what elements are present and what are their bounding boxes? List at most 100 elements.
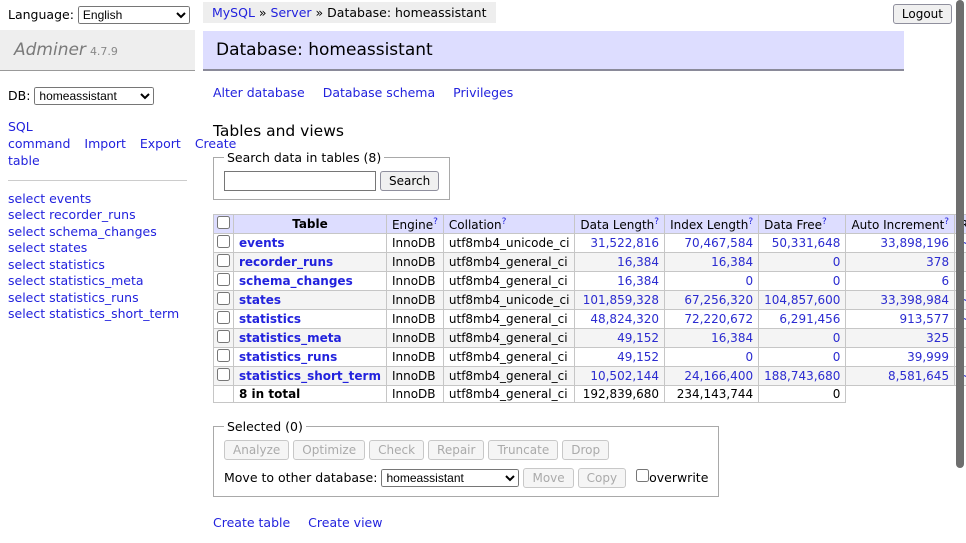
table-link-events[interactable]: events (239, 236, 285, 250)
search-input[interactable] (224, 171, 376, 191)
footer-link-create-view[interactable]: Create view (308, 515, 382, 530)
row-checkbox[interactable] (217, 235, 230, 248)
auto-increment-link[interactable]: 39,999 (907, 350, 949, 364)
data-free-link[interactable]: 188,743,680 (764, 369, 840, 383)
sidebar-select-link-select-recorder-runs[interactable]: select recorder_runs (8, 207, 187, 224)
data-length-link[interactable]: 101,859,328 (583, 293, 659, 307)
table-link-recorder-runs[interactable]: recorder_runs (239, 255, 333, 269)
language-select[interactable]: English (78, 6, 190, 24)
tables-table: TableEngine?Collation?Data Length?Index … (213, 214, 966, 403)
index-length-link[interactable]: 67,256,320 (684, 293, 753, 307)
sidebar-link-export[interactable]: Export (140, 136, 181, 151)
logout-button[interactable]: Logout (893, 4, 952, 24)
data-free-link[interactable]: 0 (833, 274, 841, 288)
index-length-link[interactable]: 16,384 (711, 255, 753, 269)
sidebar-link-import[interactable]: Import (84, 136, 126, 151)
row-checkbox[interactable] (217, 330, 230, 343)
move-button[interactable]: Move (523, 468, 573, 488)
help-link[interactable]: ? (748, 217, 753, 227)
data-free-cell: 0 (759, 348, 846, 367)
data-length-link[interactable]: 16,384 (617, 255, 659, 269)
table-link-schema-changes[interactable]: schema_changes (239, 274, 353, 288)
sidebar-select-link-select-states[interactable]: select states (8, 240, 187, 257)
table-link-statistics-runs[interactable]: statistics_runs (239, 350, 337, 364)
row-checkbox[interactable] (217, 273, 230, 286)
auto-increment-link[interactable]: 378 (926, 255, 949, 269)
repair-button[interactable]: Repair (428, 440, 484, 460)
auto-increment-link[interactable]: 33,898,196 (880, 236, 949, 250)
analyze-button[interactable]: Analyze (224, 440, 289, 460)
auto-increment-link[interactable]: 6 (941, 274, 949, 288)
sidebar-select-link-select-statistics-short-term[interactable]: select statistics_short_term (8, 306, 187, 323)
breadcrumb-server[interactable]: Server (271, 5, 312, 20)
data-length-link[interactable]: 48,824,320 (590, 312, 659, 326)
help-link[interactable]: ? (502, 217, 507, 227)
data-free-link[interactable]: 0 (833, 350, 841, 364)
table-link-statistics[interactable]: statistics (239, 312, 301, 326)
sidebar-select-link-select-statistics-runs[interactable]: select statistics_runs (8, 290, 187, 307)
sidebar-link-sql-command[interactable]: SQL command (8, 119, 70, 151)
table-name-cell: schema_changes (234, 272, 387, 291)
collation-cell: utf8mb4_general_ci (443, 272, 575, 291)
action-link-privileges[interactable]: Privileges (453, 85, 513, 100)
index-length-link[interactable]: 0 (745, 350, 753, 364)
row-checkbox[interactable] (217, 349, 230, 362)
auto-increment-link[interactable]: 913,577 (899, 312, 949, 326)
data-free-link[interactable]: 6,291,456 (779, 312, 840, 326)
drop-button[interactable]: Drop (562, 440, 609, 460)
data-length-link[interactable]: 16,384 (617, 274, 659, 288)
scrollbar-thumb[interactable] (956, 0, 964, 468)
collation-cell: utf8mb4_general_ci (443, 348, 575, 367)
action-link-database-schema[interactable]: Database schema (323, 85, 435, 100)
row-checkbox[interactable] (217, 368, 230, 381)
index-length-link[interactable]: 16,384 (711, 331, 753, 345)
sidebar-table-links: select eventsselect recorder_runsselect … (8, 191, 187, 323)
help-link[interactable]: ? (822, 217, 827, 227)
data-free-link[interactable]: 0 (833, 255, 841, 269)
help-link[interactable]: ? (433, 217, 438, 227)
data-length-link[interactable]: 10,502,144 (590, 369, 659, 383)
search-button[interactable]: Search (380, 171, 439, 191)
column-header-collation: Collation? (443, 215, 575, 234)
data-length-link[interactable]: 49,152 (617, 350, 659, 364)
collation-cell: utf8mb4_general_ci (443, 367, 575, 386)
sidebar-select-link-select-statistics[interactable]: select statistics (8, 257, 187, 274)
sidebar-select-link-select-statistics-meta[interactable]: select statistics_meta (8, 273, 187, 290)
index-length-link[interactable]: 72,220,672 (684, 312, 753, 326)
table-link-statistics-meta[interactable]: statistics_meta (239, 331, 342, 345)
auto-increment-link[interactable]: 8,581,645 (888, 369, 949, 383)
db-select[interactable]: homeassistant (34, 87, 154, 105)
app-name[interactable]: Adminer (14, 40, 86, 60)
index-length-link[interactable]: 70,467,584 (684, 236, 753, 250)
data-free-link[interactable]: 50,331,648 (772, 236, 841, 250)
auto-increment-link[interactable]: 33,398,984 (880, 293, 949, 307)
row-checkbox[interactable] (217, 311, 230, 324)
data-length-link[interactable]: 49,152 (617, 331, 659, 345)
overwrite-checkbox[interactable] (636, 469, 649, 482)
breadcrumb-mysql[interactable]: MySQL (212, 5, 255, 20)
table-link-states[interactable]: states (239, 293, 281, 307)
action-link-alter-database[interactable]: Alter database (213, 85, 305, 100)
auto-increment-link[interactable]: 325 (926, 331, 949, 345)
row-checkbox[interactable] (217, 292, 230, 305)
sidebar-select-link-select-events[interactable]: select events (8, 191, 187, 208)
select-all-checkbox[interactable] (217, 216, 230, 229)
total-index-length-cell: 234,143,744 (665, 386, 759, 403)
table-row-recorder-runs: recorder_runsInnoDButf8mb4_general_ci16,… (214, 253, 966, 272)
footer-link-create-table[interactable]: Create table (213, 515, 290, 530)
truncate-button[interactable]: Truncate (488, 440, 558, 460)
index-length-link[interactable]: 0 (745, 274, 753, 288)
copy-button[interactable]: Copy (578, 468, 626, 488)
sidebar-select-link-select-schema-changes[interactable]: select schema_changes (8, 224, 187, 241)
data-free-link[interactable]: 104,857,600 (764, 293, 840, 307)
help-link[interactable]: ? (654, 217, 659, 227)
index-length-link[interactable]: 24,166,400 (684, 369, 753, 383)
data-length-link[interactable]: 31,522,816 (590, 236, 659, 250)
table-link-statistics-short-term[interactable]: statistics_short_term (239, 369, 381, 383)
optimize-button[interactable]: Optimize (293, 440, 365, 460)
help-link[interactable]: ? (944, 217, 949, 227)
check-button[interactable]: Check (369, 440, 424, 460)
move-database-select[interactable]: homeassistant (381, 469, 519, 487)
data-free-link[interactable]: 0 (833, 331, 841, 345)
row-checkbox[interactable] (217, 254, 230, 267)
